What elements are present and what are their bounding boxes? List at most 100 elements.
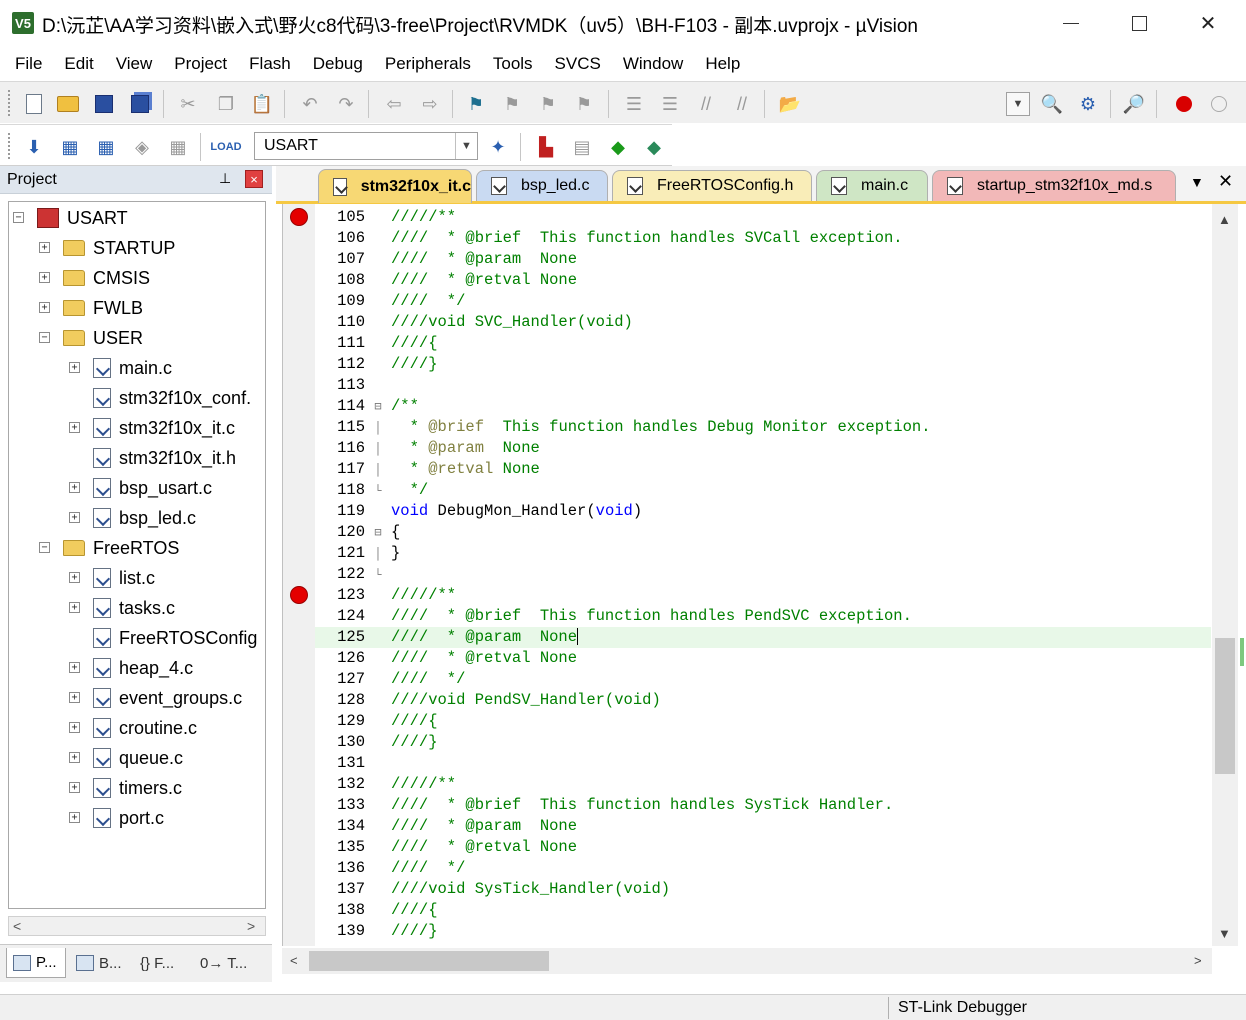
menu-peripherals[interactable]: Peripherals — [374, 54, 482, 74]
code-line[interactable]: 127 //// */ — [315, 669, 1215, 690]
code-line[interactable]: 125 //// * @param None — [315, 627, 1211, 648]
tree-item-folder[interactable]: USER — [63, 324, 143, 352]
open-file-button[interactable] — [54, 90, 82, 118]
code-line[interactable]: 138 ////{ — [315, 900, 1215, 921]
tree-item-file[interactable]: list.c — [93, 564, 155, 592]
code-line[interactable]: 135 //// * @retval None — [315, 837, 1215, 858]
redo-button[interactable]: ↷ — [332, 90, 360, 118]
editor-tab[interactable]: stm32f10x_it.c — [318, 169, 472, 203]
code-line[interactable]: 129 ////{ — [315, 711, 1215, 732]
code-line[interactable]: 112 ////} — [315, 354, 1215, 375]
tree-expander[interactable]: + — [69, 602, 80, 613]
scroll-up-icon[interactable]: ▲ — [1218, 212, 1231, 227]
minimize-button[interactable] — [1035, 0, 1107, 46]
options-for-target-button[interactable]: ✦ — [484, 133, 512, 161]
tab-project[interactable]: P... — [6, 948, 66, 978]
pack-installer-button[interactable]: ◆ — [604, 133, 632, 161]
tree-item-file[interactable]: event_groups.c — [93, 684, 242, 712]
navigate-back-button[interactable]: ⇦ — [380, 90, 408, 118]
target-select[interactable]: USART ▼ — [254, 132, 478, 160]
copy-button[interactable]: ❐ — [212, 90, 240, 118]
horizontal-scroll-thumb[interactable] — [309, 951, 549, 971]
manage-run-time-environment-button[interactable]: ◆ — [640, 133, 668, 161]
batch-build-button[interactable]: ◈ — [128, 133, 156, 161]
save-all-button[interactable] — [126, 90, 154, 118]
breakpoint-margin[interactable] — [283, 204, 315, 946]
tree-item-file[interactable]: bsp_led.c — [93, 504, 196, 532]
menu-project[interactable]: Project — [163, 54, 238, 74]
code-line[interactable]: 113 — [315, 375, 1215, 396]
enable-breakpoint-button[interactable] — [1205, 90, 1233, 118]
download-button[interactable]: LOAD — [210, 133, 241, 161]
tree-expander[interactable]: + — [39, 302, 50, 313]
tree-item-file[interactable]: main.c — [93, 354, 172, 382]
menu-svcs[interactable]: SVCS — [544, 54, 612, 74]
breakpoint-icon[interactable] — [290, 208, 308, 226]
code-line[interactable]: 137 ////void SysTick_Handler(void) — [315, 879, 1215, 900]
code-line[interactable]: 128 ////void PendSV_Handler(void) — [315, 690, 1215, 711]
find-in-files-button[interactable]: 📂 — [776, 90, 804, 118]
code-line[interactable]: 123 /////** — [315, 585, 1215, 606]
menu-help[interactable]: Help — [694, 54, 751, 74]
debug-session-button[interactable]: ⚙ — [1074, 90, 1102, 118]
build-button[interactable]: ▦ — [56, 133, 84, 161]
tree-expander[interactable]: + — [69, 482, 80, 493]
tree-item-target[interactable]: USART — [37, 204, 128, 232]
code-line[interactable]: 131 — [315, 753, 1215, 774]
new-file-button[interactable] — [20, 90, 48, 118]
paste-button[interactable]: 📋 — [248, 90, 276, 118]
code-line[interactable]: 116 │ * @param None — [315, 438, 1215, 459]
code-line[interactable]: 111 ////{ — [315, 333, 1215, 354]
tree-item-file[interactable]: croutine.c — [93, 714, 197, 742]
vertical-scroll-thumb[interactable] — [1215, 638, 1235, 774]
code-line[interactable]: 117 │ * @retval None — [315, 459, 1215, 480]
scroll-left-icon[interactable]: < — [290, 953, 298, 968]
comment-selection-button[interactable]: // — [692, 90, 720, 118]
tree-expander[interactable]: + — [69, 512, 80, 523]
navigate-forward-button[interactable]: ⇨ — [416, 90, 444, 118]
tree-item-file[interactable]: heap_4.c — [93, 654, 193, 682]
tab-functions[interactable]: {} F... — [134, 948, 190, 978]
fold-toggle-icon[interactable]: ⊟ — [365, 523, 391, 544]
scroll-left-icon[interactable]: < — [13, 918, 21, 934]
code-line[interactable]: 139 ////} — [315, 921, 1215, 942]
tree-expander[interactable]: + — [39, 272, 50, 283]
tree-expander[interactable]: − — [39, 542, 50, 553]
tree-expander[interactable]: + — [69, 662, 80, 673]
code-line[interactable]: 118 └ */ — [315, 480, 1215, 501]
editor-tab[interactable]: main.c — [816, 170, 928, 201]
insert-breakpoint-button[interactable] — [1170, 90, 1198, 118]
tree-item-file[interactable]: stm32f10x_conf. — [93, 384, 251, 412]
code-line[interactable]: 107 //// * @param None — [315, 249, 1215, 270]
scroll-right-icon[interactable]: > — [1194, 953, 1202, 968]
find-combo-dropdown[interactable]: ▼ — [1006, 92, 1030, 116]
manage-project-items-button[interactable]: ▙ — [532, 133, 560, 161]
code-line[interactable]: 136 //// */ — [315, 858, 1215, 879]
code-line[interactable]: 122 └ — [315, 564, 1215, 585]
code-line[interactable]: 108 //// * @retval None — [315, 270, 1215, 291]
toolbar-grip[interactable] — [8, 133, 12, 159]
close-tab-button[interactable]: ✕ — [1218, 171, 1233, 192]
code-line[interactable]: 114 ⊟/** — [315, 396, 1215, 417]
tree-expander[interactable]: + — [69, 782, 80, 793]
editor-tab[interactable]: FreeRTOSConfig.h — [612, 170, 812, 201]
start-debug-button[interactable]: 🔎 — [1120, 90, 1148, 118]
code-line[interactable]: 115 │ * @brief This function handles Debu… — [315, 417, 1215, 438]
code-line[interactable]: 105 /////** — [315, 207, 1215, 228]
scroll-down-icon[interactable]: ▼ — [1218, 926, 1231, 941]
tree-expander[interactable]: + — [69, 362, 80, 373]
breakpoint-icon[interactable] — [290, 586, 308, 604]
tree-item-file[interactable]: stm32f10x_it.h — [93, 444, 236, 472]
stop-build-button[interactable]: ▦ — [164, 133, 192, 161]
menu-tools[interactable]: Tools — [482, 54, 544, 74]
code-line[interactable]: 110 ////void SVC_Handler(void) — [315, 312, 1215, 333]
uncomment-selection-button[interactable]: // — [728, 90, 756, 118]
toolbar-grip[interactable] — [8, 90, 12, 116]
code-line[interactable]: 133 //// * @brief This function handles S… — [315, 795, 1215, 816]
tree-item-file[interactable]: stm32f10x_it.c — [93, 414, 235, 442]
rebuild-button[interactable]: ▦ — [92, 133, 120, 161]
tree-expander[interactable]: + — [69, 422, 80, 433]
menu-window[interactable]: Window — [612, 54, 694, 74]
tree-item-file[interactable]: queue.c — [93, 744, 183, 772]
code-line[interactable]: 130 ////} — [315, 732, 1215, 753]
